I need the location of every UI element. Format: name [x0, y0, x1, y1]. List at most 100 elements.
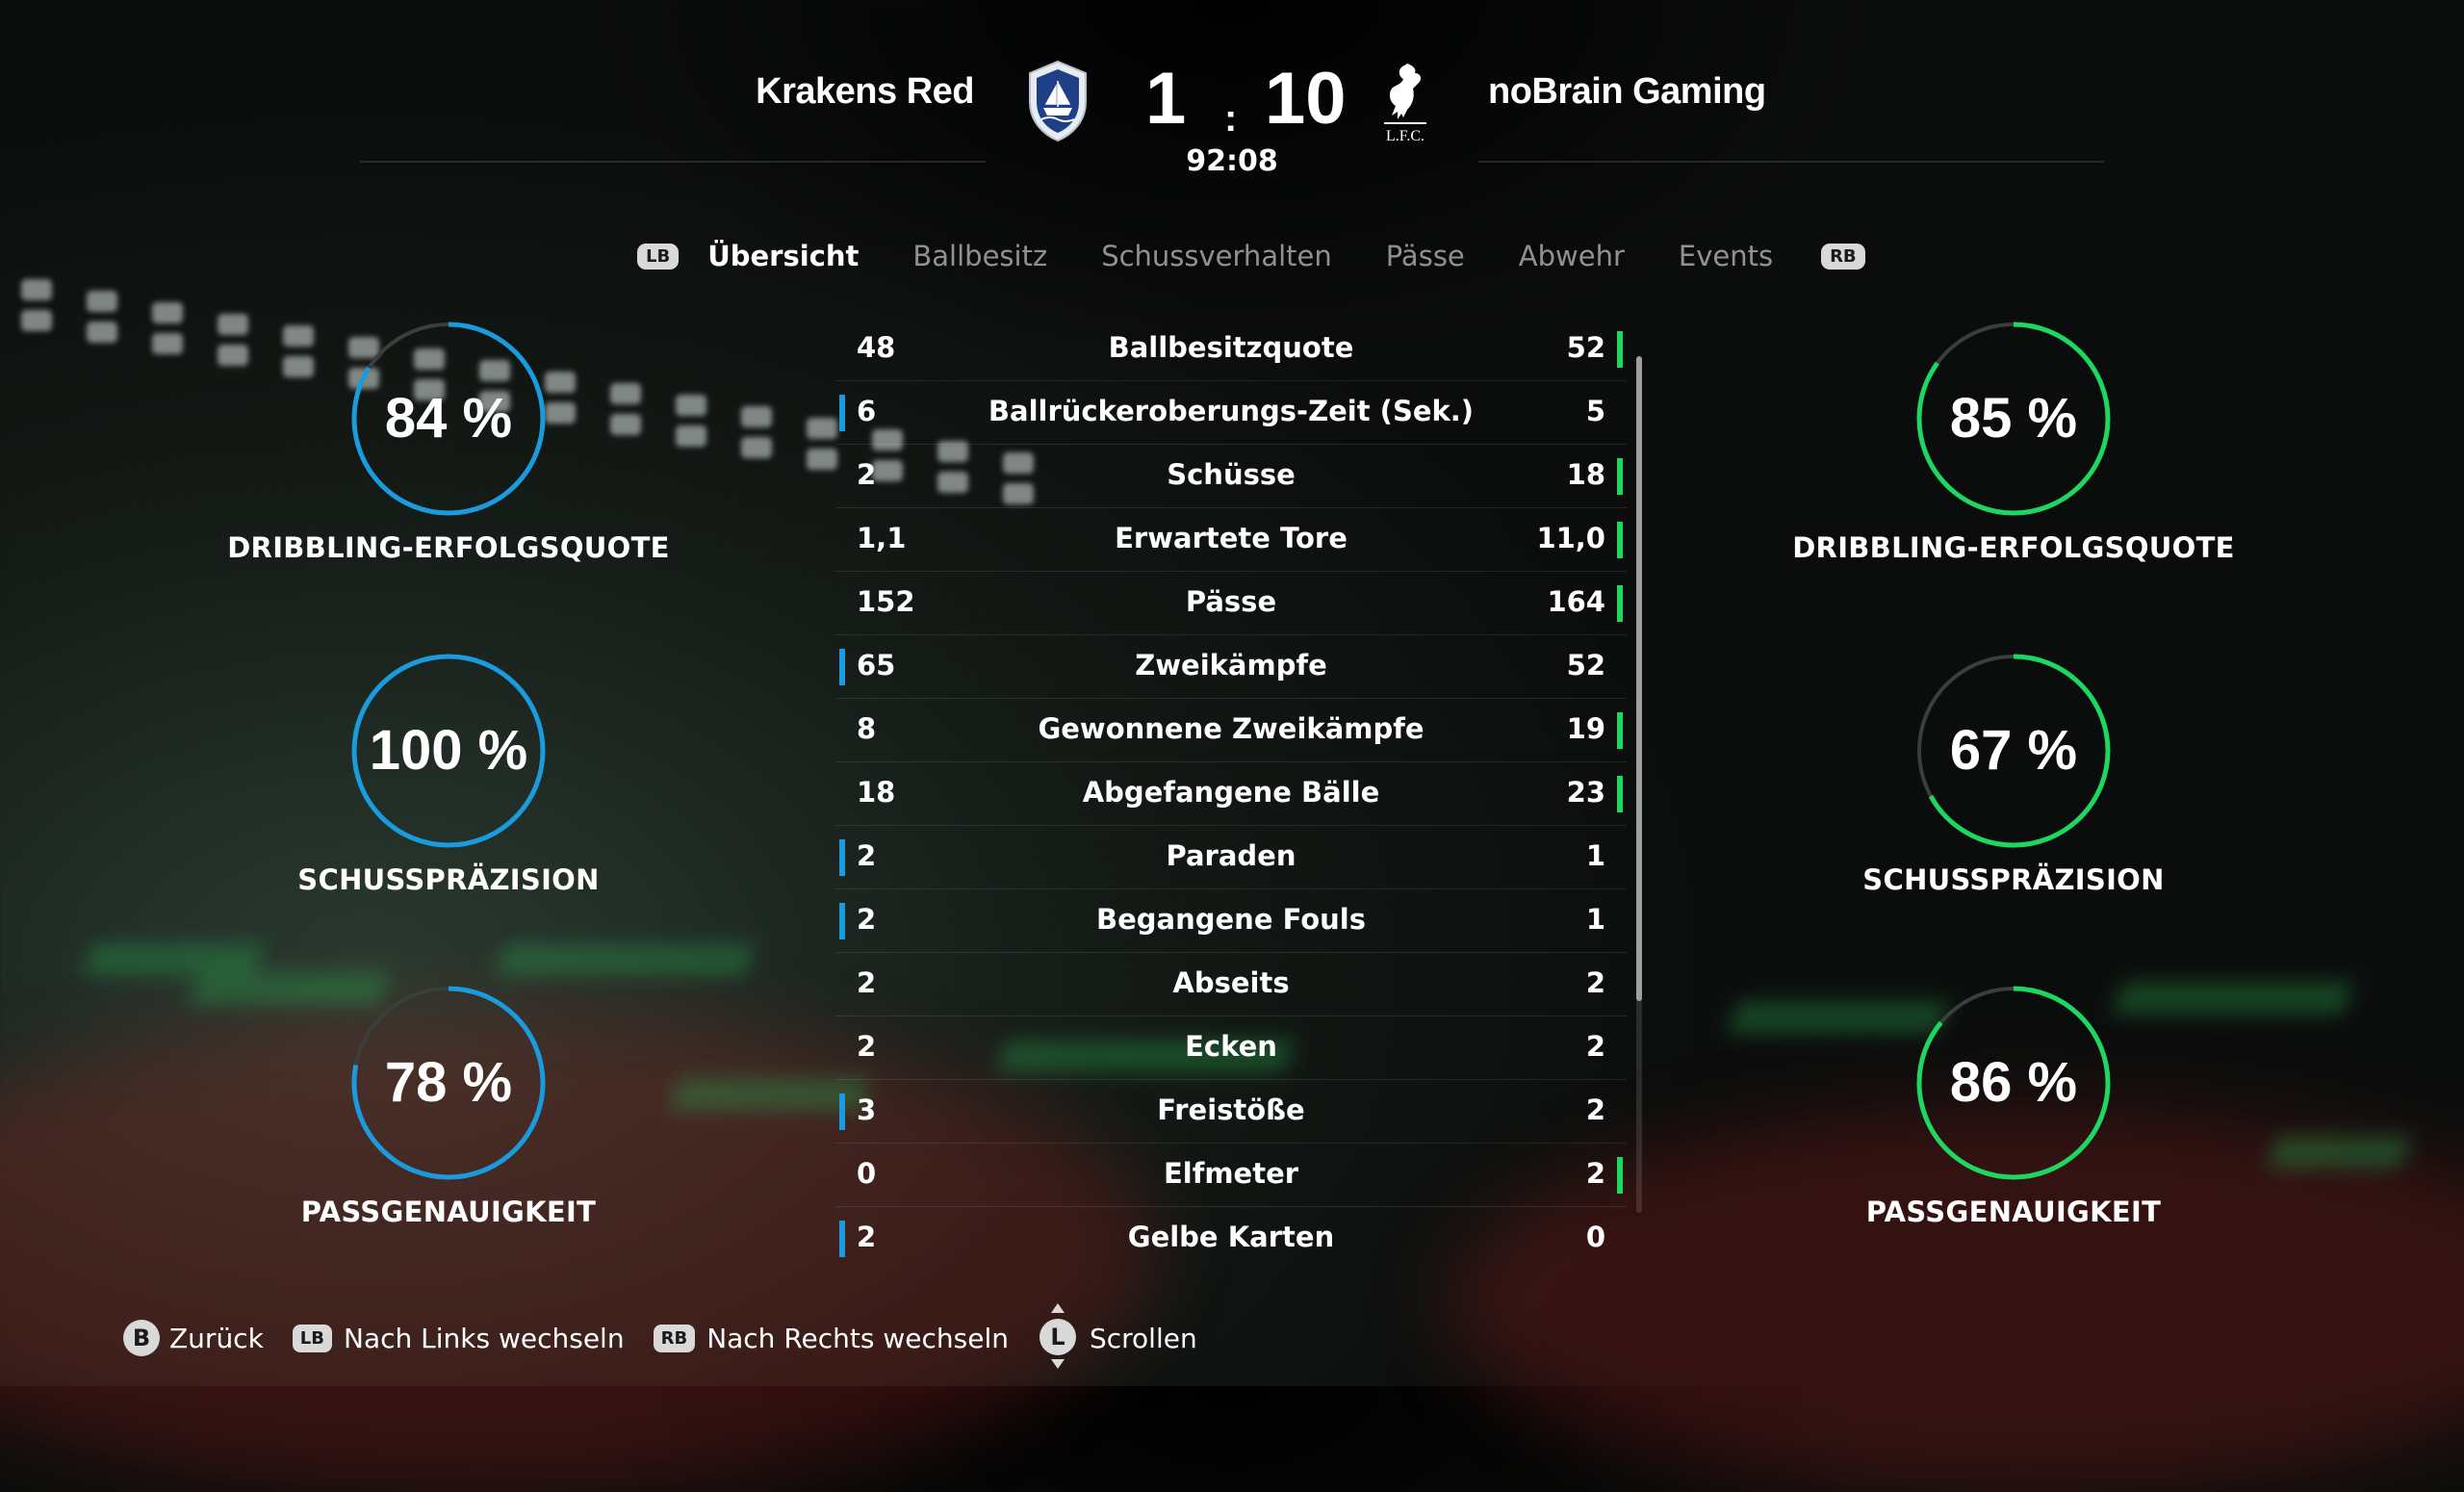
lb-tab-button[interactable]: LB [637, 243, 680, 270]
away-gauge-ring: 86 % [1916, 986, 2111, 1180]
stat-row: 65 Zweikämpfe 52 [835, 635, 1627, 699]
scoreboard-header: Krakens Red 1 : 10 L.F.C. noBrain Gaming… [0, 0, 2464, 183]
prompt-nach-rechts-wechseln[interactable]: RB Nach Rechts wechseln [653, 1322, 1009, 1354]
tab-passes[interactable]: Pässe [1386, 240, 1465, 272]
away-gauge-label: DRIBBLING-ERFOLGSQUOTE [1792, 531, 2235, 564]
away-stat-value: 2 [1585, 966, 1605, 999]
tab-shooting[interactable]: Schussverhalten [1101, 240, 1332, 272]
stat-name: Elfmeter [1163, 1157, 1299, 1190]
away-stat-value: 2 [1585, 1030, 1605, 1063]
header-divider-right [1478, 161, 2104, 163]
home-crest-icon [1029, 60, 1087, 142]
stat-name: Gelbe Karten [1127, 1221, 1335, 1253]
home-team-name: Krakens Red [756, 71, 974, 112]
home-gauge-value: 100 % [370, 719, 527, 782]
home-circle-1: 100 % SCHUSSPRÄZISION [198, 650, 699, 896]
away-stat-value: 52 [1566, 649, 1605, 682]
home-gauge-ring: 78 % [351, 986, 546, 1180]
prompt-label: Scrollen [1089, 1322, 1197, 1354]
away-stat-value: 19 [1566, 712, 1605, 745]
stat-row: 2 Abseits 2 [835, 953, 1627, 1016]
away-stat-value: 23 [1566, 776, 1605, 809]
home-gauge-ring: 100 % [351, 654, 546, 848]
button-prompt-bar: B Zurück LB Nach Links wechseln RB Nach Recht… [123, 1303, 1226, 1369]
stat-row: 8 Gewonnene Zweikämpfe 19 [835, 699, 1627, 762]
home-gauge-label: PASSGENAUIGKEIT [300, 1196, 597, 1228]
away-score: 10 [1265, 58, 1347, 140]
stat-row: 18 Abgefangene Bälle 23 [835, 762, 1627, 826]
away-stat-value: 5 [1585, 395, 1605, 427]
away-circle-2: 86 % PASSGENAUIGKEIT [1763, 982, 2264, 1228]
away-gauge-label: SCHUSSPRÄZISION [1862, 863, 2165, 896]
stat-row: 2 Gelbe Karten 0 [835, 1207, 1627, 1270]
away-team-name: noBrain Gaming [1488, 71, 1766, 112]
home-gauge-label: SCHUSSPRÄZISION [297, 863, 600, 896]
stat-row: 6 Ballrückeroberungs-Zeit (Sek.) 5 [835, 381, 1627, 445]
prompt-nach-links-wechseln[interactable]: LB Nach Links wechseln [292, 1323, 625, 1354]
home-gauge-value: 78 % [385, 1051, 512, 1114]
tab-events[interactable]: Events [1679, 240, 1773, 272]
stat-row: 48 Ballbesitzquote 52 [835, 318, 1627, 381]
stat-name: Gewonnene Zweikämpfe [1038, 712, 1424, 745]
home-gauge-value: 84 % [385, 387, 512, 450]
match-clock: 92:08 [1186, 144, 1278, 178]
stat-name: Pässe [1185, 585, 1277, 618]
away-crest-text: L.F.C. [1386, 128, 1424, 144]
stat-row: 2 Begangene Fouls 1 [835, 889, 1627, 953]
away-circle-1: 67 % SCHUSSPRÄZISION [1763, 650, 2264, 896]
stat-name: Schüsse [1167, 458, 1296, 491]
home-circle-2: 78 % PASSGENAUIGKEIT [198, 982, 699, 1228]
stat-name: Erwartete Tore [1115, 522, 1348, 554]
away-circle-0: 85 % DRIBBLING-ERFOLGSQUOTE [1763, 318, 2264, 564]
away-stat-value: 2 [1585, 1157, 1605, 1190]
prompt-zurück[interactable]: B Zurück [123, 1320, 264, 1356]
rb-button-icon: RB [653, 1324, 696, 1352]
stat-row: 1,1 Erwartete Tore 11,0 [835, 508, 1627, 572]
stat-name: Ballbesitzquote [1108, 331, 1354, 364]
prompt-scrollen[interactable]: L Scrollen [1038, 1303, 1197, 1369]
away-stat-value: 52 [1566, 331, 1605, 364]
away-stat-value: 18 [1566, 458, 1605, 491]
b-button-icon: B [123, 1320, 160, 1356]
away-stat-value: 0 [1585, 1221, 1605, 1253]
stat-row: 0 Elfmeter 2 [835, 1144, 1627, 1207]
stat-name: Begangene Fouls [1096, 903, 1366, 936]
away-stat-value: 11,0 [1536, 522, 1605, 554]
tab-possession[interactable]: Ballbesitz [912, 240, 1047, 272]
stats-table: 48 Ballbesitzquote 52 6 Ballrückeroberungs-Z… [835, 318, 1627, 1270]
stat-name: Freistöße [1157, 1093, 1305, 1126]
prompt-label: Nach Rechts wechseln [706, 1322, 1009, 1354]
home-gauge-ring: 84 % [351, 322, 546, 516]
tab-overview[interactable]: Übersicht [707, 240, 859, 272]
stat-name: Abgefangene Bälle [1082, 776, 1380, 809]
away-stat-value: 164 [1547, 585, 1605, 618]
away-gauge-value: 85 % [1950, 387, 2077, 450]
away-gauge-ring: 67 % [1916, 654, 2111, 848]
stat-row: 2 Ecken 2 [835, 1016, 1627, 1080]
left-stick-icon: L [1038, 1303, 1078, 1369]
stat-name: Ballrückeroberungs-Zeit (Sek.) [988, 395, 1475, 427]
stat-row: 152 Pässe 164 [835, 572, 1627, 635]
away-gauge-value: 67 % [1950, 719, 2077, 782]
home-gauge-label: DRIBBLING-ERFOLGSQUOTE [227, 531, 670, 564]
stat-name: Ecken [1185, 1030, 1277, 1063]
stat-name: Zweikämpfe [1135, 649, 1327, 682]
stat-row: 2 Paraden 1 [835, 826, 1627, 889]
rb-tab-button[interactable]: RB [1821, 243, 1865, 270]
home-score: 1 [1145, 58, 1187, 140]
away-stat-value: 1 [1585, 903, 1605, 936]
stat-name: Abseits [1172, 966, 1290, 999]
stat-name: Paraden [1166, 839, 1296, 872]
stat-row: 2 Schüsse 18 [835, 445, 1627, 508]
away-gauge-ring: 85 % [1916, 322, 2111, 516]
stat-row: 3 Freistöße 2 [835, 1080, 1627, 1144]
away-stat-value: 2 [1585, 1093, 1605, 1126]
prompt-label: Zurück [169, 1322, 264, 1354]
stats-tab-bar: LB Übersicht Ballbesitz Schussverhalten … [637, 237, 1865, 275]
stats-scrollbar-thumb[interactable] [1636, 356, 1642, 1001]
tab-defence[interactable]: Abwehr [1519, 240, 1625, 272]
away-crest-icon: L.F.C. [1384, 64, 1426, 144]
away-gauge-label: PASSGENAUIGKEIT [1865, 1196, 2162, 1228]
header-divider-left [360, 161, 986, 163]
away-stat-value: 1 [1585, 839, 1605, 872]
